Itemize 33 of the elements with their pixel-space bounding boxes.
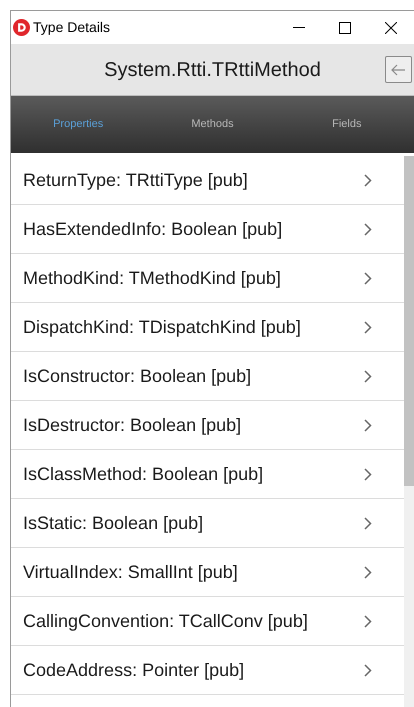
chevron-right-icon: [364, 370, 372, 382]
item-label: CallingConvention: TCallConv [pub]: [23, 610, 309, 633]
chevron-right-icon: [364, 320, 372, 334]
chevron-right-icon: [364, 468, 372, 480]
chevron-right-icon: [364, 614, 372, 628]
chevron-right-icon: [364, 174, 372, 186]
item-label: HasExtendedInfo: Boolean [pub]: [23, 218, 284, 241]
chevron-right-icon: [364, 272, 372, 284]
back-button[interactable]: [385, 56, 412, 83]
item-label: ReturnType: TRttiType [pub]: [23, 168, 249, 192]
chevron-right-icon: [364, 566, 372, 578]
chevron-right-icon: [364, 516, 372, 530]
maximize-icon: [339, 22, 351, 34]
chevron-right-icon: [364, 222, 372, 236]
item-label: MethodKind: TMethodKind [pub]: [23, 266, 282, 290]
tab[interactable]: Fields: [280, 96, 414, 153]
item-label: IsConstructor: Boolean [pub]: [23, 364, 252, 388]
chevron-right-icon: [364, 664, 372, 676]
item-label: IsDestructor: Boolean [pub]: [23, 414, 242, 437]
item-label: DispatchKind: TDispatchKind [pub]: [23, 316, 302, 339]
back-arrow-icon: [391, 64, 406, 76]
chevron-right-icon: [364, 418, 372, 432]
scrollbar-thumb[interactable]: [404, 156, 414, 486]
tab[interactable]: Methods: [145, 96, 280, 153]
window-title: Type Details: [33, 18, 110, 37]
minimize-icon: [293, 26, 305, 28]
item-label: IsClassMethod: Boolean [pub]: [23, 462, 264, 486]
item-label: VirtualIndex: SmallInt [pub]: [23, 560, 239, 584]
close-icon: [385, 22, 397, 34]
header-title: System.Rtti.TRttiMethod: [103, 58, 322, 82]
item-label: CodeAddress: Pointer [pub]: [23, 658, 246, 682]
scrollbar[interactable]: [404, 156, 414, 707]
item-label: IsStatic: Boolean [pub]: [23, 512, 204, 535]
